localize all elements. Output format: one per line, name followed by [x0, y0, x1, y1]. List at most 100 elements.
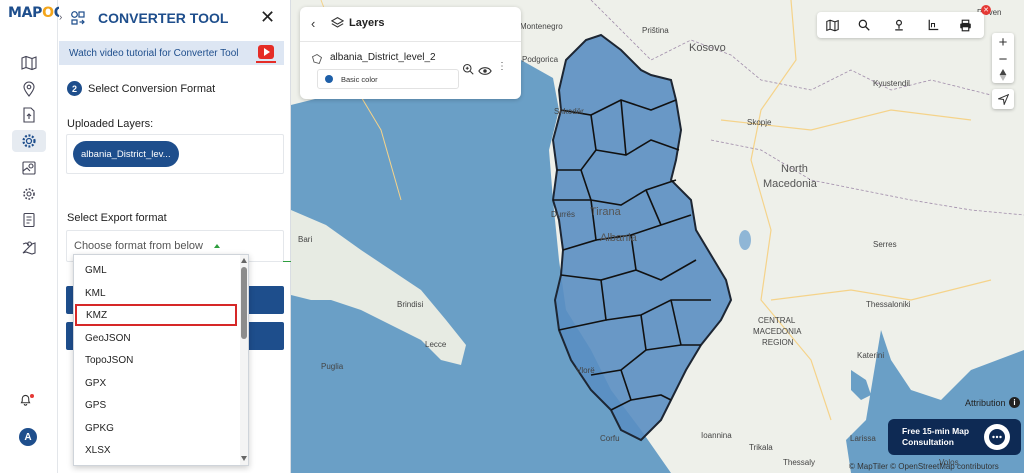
chevron-left-icon[interactable]: ‹: [311, 16, 315, 31]
layers-card: ‹ Layers albania_District_level_2 ⋮ Basi…: [300, 7, 521, 99]
focus-line: [283, 261, 291, 262]
left-rail: MAPOG A: [0, 0, 65, 473]
caret-up-icon: [214, 244, 220, 248]
format-option-kml[interactable]: KML: [74, 282, 240, 304]
export-format-label: Select Export format: [67, 212, 167, 224]
label-skopje: Skopje: [747, 118, 772, 127]
visibility-eye-icon[interactable]: [478, 63, 492, 81]
layer-name[interactable]: albania_District_level_2: [330, 52, 436, 63]
label-kosovo: Kosovo: [689, 42, 726, 54]
label-durres: Durrës: [551, 210, 576, 219]
format-option-gml[interactable]: GML: [74, 259, 240, 281]
compass-icon[interactable]: [992, 67, 1014, 83]
label-trikala: Trikala: [749, 443, 773, 452]
map-consultation-button[interactable]: Free 15-min Map Consultation: [888, 419, 1021, 455]
pin-location-icon[interactable]: [891, 17, 907, 33]
uploaded-layer-chip[interactable]: albania_District_lev...: [73, 141, 179, 167]
scroll-down-arrow-icon[interactable]: [241, 456, 247, 461]
label-thessaly: Thessaly: [783, 458, 816, 467]
uploaded-layers-label: Uploaded Layers:: [67, 118, 154, 130]
format-option-kmz[interactable]: KMZ: [75, 304, 237, 326]
format-option-gpx[interactable]: GPX: [74, 372, 240, 394]
rail-gear-icon[interactable]: [12, 130, 46, 152]
layers-stack-icon: [330, 16, 345, 34]
attribution-label[interactable]: Attribution: [965, 398, 1006, 408]
format-dropdown-list[interactable]: GML KML KMZ GeoJSON TopoJSON GPX GPS GPK…: [73, 254, 249, 466]
measure-tool-icon[interactable]: [925, 17, 941, 33]
rail-upload-file-icon[interactable]: [12, 104, 46, 126]
style-label: Basic color: [341, 75, 378, 84]
consultation-text: Free 15-min Map Consultation: [902, 426, 970, 447]
label-bari: Bari: [298, 235, 313, 244]
label-shkoder: Shkodër: [554, 107, 584, 116]
youtube-underline: [256, 61, 276, 63]
youtube-icon[interactable]: [258, 45, 274, 59]
label-region: REGION: [762, 338, 794, 347]
label-thessaloniki: Thessaloniki: [866, 300, 911, 309]
dropdown-scrollbar[interactable]: [240, 255, 248, 465]
notification-dot: [30, 394, 34, 398]
format-select-placeholder: Choose format from below: [74, 240, 203, 252]
format-option-topojson[interactable]: TopoJSON: [74, 349, 240, 371]
rail-user-location-icon[interactable]: [12, 236, 46, 258]
label-serres: Serres: [873, 240, 897, 249]
chat-bubble-icon[interactable]: [984, 424, 1010, 450]
locate-me-icon[interactable]: [992, 89, 1014, 109]
rail-map-tools-icon[interactable]: [12, 157, 46, 179]
more-options-icon[interactable]: ⋮: [497, 61, 507, 72]
panel-title: CONVERTER TOOL: [98, 10, 229, 26]
label-central-macedonia: MACEDONIA: [753, 327, 802, 336]
label-larissa: Larissa: [850, 434, 876, 443]
toolbar-close-icon[interactable]: ✕: [981, 5, 991, 15]
label-puglia: Puglia: [321, 362, 344, 371]
expand-rail-icon[interactable]: ›: [59, 12, 62, 23]
user-avatar[interactable]: A: [19, 428, 37, 446]
map-canvas[interactable]: Montenegro Kosovo Podgorica Priština Shk…: [291, 0, 1024, 473]
label-katerini: Katerini: [857, 351, 885, 360]
mapog-logo[interactable]: MAPOG: [8, 5, 65, 21]
step-number-badge: 2: [67, 81, 82, 96]
label-vlore: Vlorë: [576, 366, 595, 375]
layer-style-box[interactable]: Basic color: [317, 69, 459, 89]
rail-map-icon[interactable]: [12, 52, 46, 74]
info-icon[interactable]: i: [1009, 397, 1020, 408]
label-macedonia: Macedonia: [763, 178, 817, 190]
label-montenegro: Montenegro: [520, 22, 563, 31]
tutorial-text: Watch video tutorial for Converter Tool: [69, 48, 239, 59]
label-corfu: Corfu: [600, 434, 620, 443]
zoom-out-button[interactable]: −: [992, 51, 1014, 68]
label-pristina: Priština: [642, 26, 669, 35]
close-panel-button[interactable]: ✕: [260, 7, 275, 28]
label-lecce: Lecce: [425, 340, 447, 349]
scroll-up-arrow-icon[interactable]: [241, 258, 247, 263]
map-toolbar: [817, 12, 984, 38]
label-kyustendil: Kyustendil: [873, 79, 910, 88]
converter-tool-icon: [70, 10, 86, 31]
print-icon[interactable]: [957, 17, 973, 33]
label-podgorica: Podgorica: [522, 55, 559, 64]
label-central: CENTRAL: [758, 316, 796, 325]
panel-header: CONVERTER TOOL ✕: [59, 0, 291, 36]
rail-report-icon[interactable]: [12, 209, 46, 231]
zoom-to-layer-icon[interactable]: [462, 62, 474, 80]
style-color-swatch: [325, 75, 333, 83]
layers-divider: [300, 41, 521, 42]
search-icon[interactable]: [856, 17, 872, 33]
polygon-layer-icon: [311, 52, 323, 70]
label-north: North: [781, 163, 808, 175]
step-label: Select Conversion Format: [88, 83, 216, 95]
format-option-xlsx[interactable]: XLSX: [74, 439, 240, 461]
scrollbar-thumb[interactable]: [241, 267, 247, 339]
layers-title: Layers: [349, 17, 385, 29]
label-ioannina: Ioannina: [701, 431, 732, 440]
format-option-gpkg[interactable]: GPKG: [74, 417, 240, 439]
rail-settings-icon[interactable]: [12, 183, 46, 205]
basemap-icon[interactable]: [824, 17, 840, 33]
zoom-in-button[interactable]: +: [992, 33, 1014, 51]
rail-location-icon[interactable]: [12, 78, 46, 100]
label-brindisi: Brindisi: [397, 300, 424, 309]
map-copyright: © MapTiler © OpenStreetMap contributors: [849, 462, 999, 471]
video-tutorial-banner[interactable]: Watch video tutorial for Converter Tool: [59, 41, 284, 65]
format-option-gps[interactable]: GPS: [74, 394, 240, 416]
format-option-geojson[interactable]: GeoJSON: [74, 327, 240, 349]
